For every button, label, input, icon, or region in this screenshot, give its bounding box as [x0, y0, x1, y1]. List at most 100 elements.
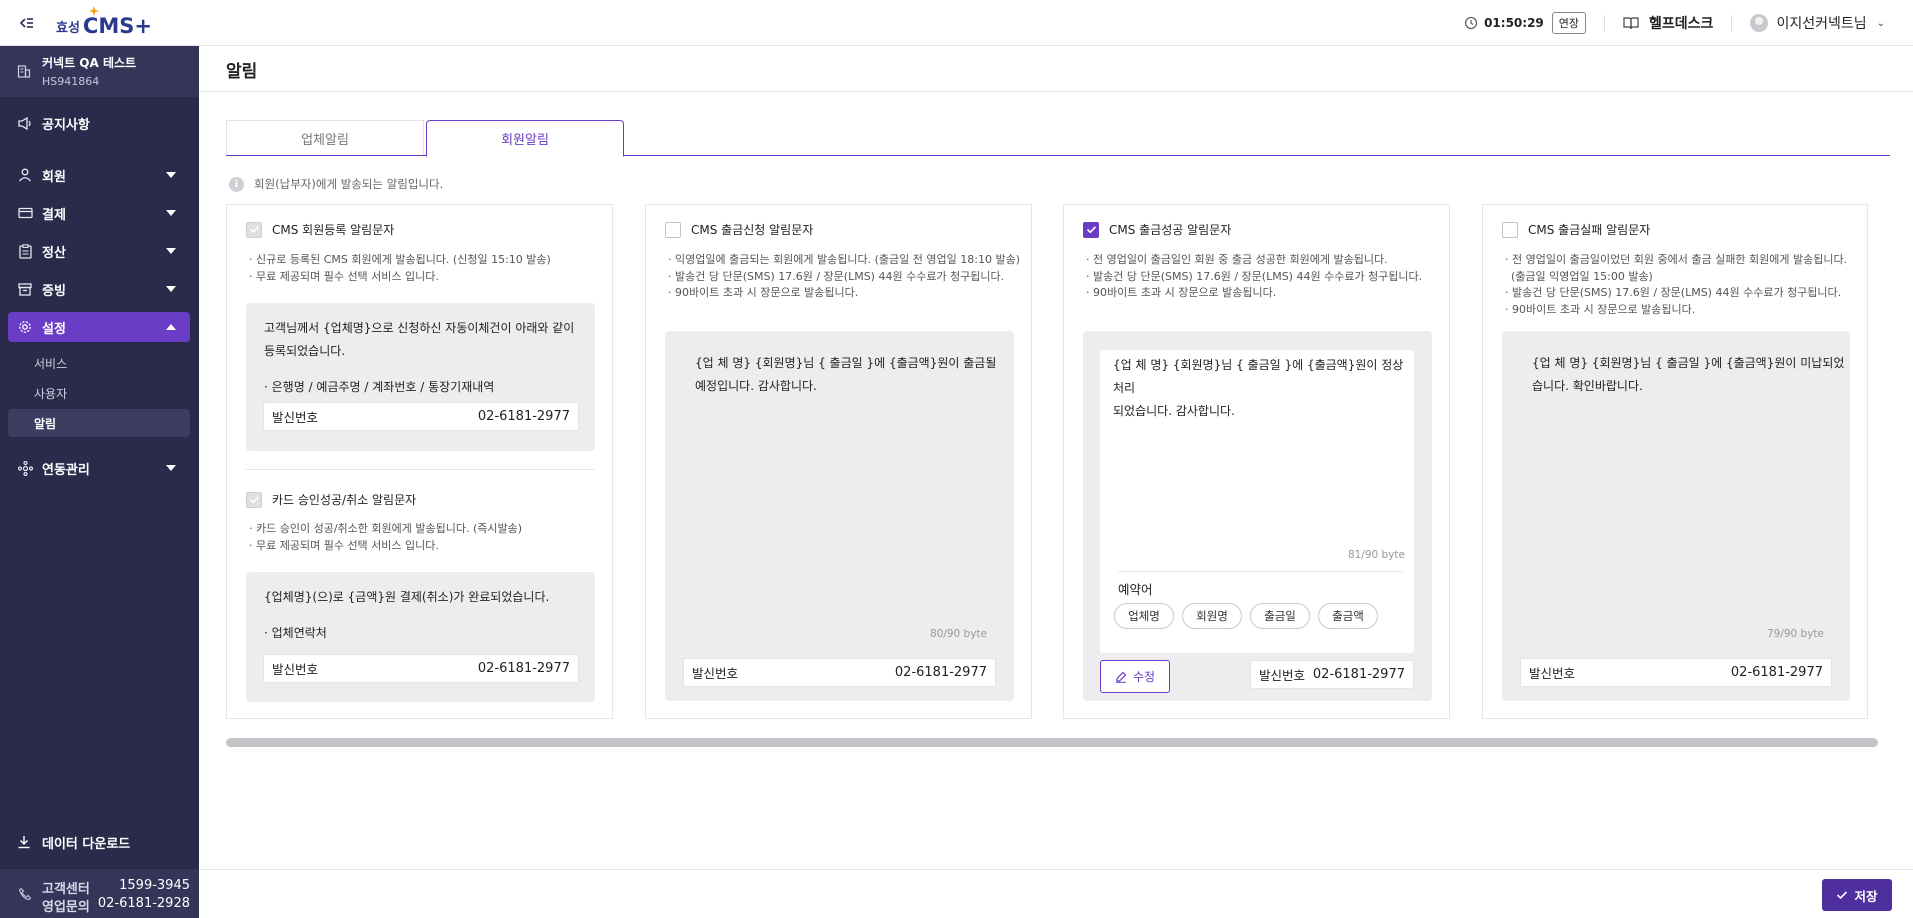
caret-down-icon	[166, 172, 176, 178]
sender-number: 02-6181-2977	[1312, 667, 1405, 682]
message-preview: {업 체 명} {회원명}님 { 출금일 }에 {출금액}원이 출금될 예정입니…	[665, 331, 1014, 701]
download-icon	[17, 835, 33, 851]
reserved-words-title: 예약어	[1118, 582, 1153, 597]
phone-icon	[18, 887, 32, 901]
sidebar-subitem-service[interactable]: 서비스	[8, 349, 190, 377]
sender-number-field: 발신번호 02-6181-2977	[1520, 658, 1832, 687]
message-line: 습니다. 확인바랍니다.	[1532, 379, 1643, 393]
helpdesk-link[interactable]: 헬프데스크	[1649, 13, 1713, 33]
description-line: (출금일 익영업일 15:00 발송)	[1511, 269, 1653, 283]
divider	[1604, 15, 1606, 31]
message-text: {업 체 명} {회원명}님 { 출금일 }에 {출금액}원이 미납되었 습니다…	[1532, 352, 1844, 398]
info-notice: i 회원(납부자)에게 발송되는 알림입니다.	[229, 176, 443, 192]
logo[interactable]: 효성 CMS+	[56, 6, 152, 38]
tab-bar: 업체알림 회원알림	[226, 120, 1890, 157]
collapse-sidebar-icon[interactable]	[18, 14, 36, 32]
byte-counter: 80/90 byte	[929, 628, 987, 640]
divider	[1731, 15, 1733, 31]
byte-counter: 79/90 byte	[1766, 628, 1824, 640]
sender-number: 02-6181-2977	[894, 665, 987, 680]
option-label: CMS 회원등록 알림문자	[272, 223, 395, 237]
option-description: · 카드 승인이 성공/취소한 회원에게 발송됩니다. (즉시발송) · 무료 …	[249, 521, 522, 554]
divider	[199, 869, 1913, 870]
divider	[199, 91, 1913, 92]
edit-button[interactable]: 수정	[1100, 660, 1170, 693]
data-download-link[interactable]: 데이터 다운로드	[17, 833, 130, 852]
reserved-word-chip[interactable]: 출금액	[1318, 603, 1378, 629]
sidebar-subitem-notifications[interactable]: 알림	[8, 409, 190, 437]
option-description: · 전 영업일이 출금일인 회원 중 출금 성공한 회원에게 발송됩니다. · …	[1086, 252, 1422, 302]
sidebar-item-label: 증빙	[42, 283, 66, 299]
sender-number-field: 발신번호 02-6181-2977	[683, 658, 996, 687]
avatar[interactable]	[1750, 14, 1769, 32]
sidebar-item-members[interactable]: 회원	[8, 160, 190, 190]
message-line: 되었습니다. 감사합니다.	[1113, 404, 1235, 418]
message-line: · 은행명 / 예금주명 / 계좌번호 / 통장기재내역	[264, 380, 495, 394]
logo-product-text: CMS+	[82, 14, 152, 38]
checkbox-checked-icon[interactable]	[1083, 221, 1099, 238]
option-withdrawal-request[interactable]: CMS 출금신청 알림문자	[665, 221, 813, 238]
description-line: · 무료 제공되며 필수 선택 서비스 입니다.	[249, 269, 439, 283]
top-right-area: 01:50:29 연장 헬프데스크 이지선커넥트님 ⌄	[1464, 0, 1913, 46]
description-line: · 신규로 등록된 CMS 회원에게 발송됩니다. (신청일 15:10 발송)	[249, 253, 551, 266]
sidebar-item-label: 회원	[42, 169, 66, 185]
sender-label: 발신번호	[272, 662, 319, 677]
support-center-phone: 1599-3945	[119, 878, 190, 893]
info-icon: i	[229, 176, 244, 192]
sidebar-item-settlement[interactable]: 정산	[8, 236, 190, 266]
reserved-word-chip[interactable]: 출금일	[1250, 603, 1310, 629]
card-withdrawal-failure: CMS 출금실패 알림문자 · 전 영업일이 출금일이었던 회원 중에서 출금 …	[1482, 204, 1868, 719]
card-withdrawal-request: CMS 출금신청 알림문자 · 익영업일에 출금되는 회원에게 발송됩니다. (…	[645, 204, 1032, 719]
caret-down-icon	[166, 465, 176, 471]
pencil-icon	[1115, 671, 1127, 683]
card-icon	[17, 205, 33, 221]
message-text[interactable]: {업 체 명} {회원명}님 { 출금일 }에 {출금액}원이 정상처리 되었습…	[1113, 354, 1414, 423]
checkbox-icon[interactable]	[665, 221, 681, 238]
message-text: {업체명}(으)로 {금액}원 결제(취소)가 완료되었습니다. · 업체연락처	[264, 586, 549, 645]
clock-icon	[1464, 16, 1478, 30]
support-info: 고객센터 1599-3945 영업문의 02-6181-2928	[0, 869, 199, 918]
option-withdrawal-failure[interactable]: CMS 출금실패 알림문자	[1502, 221, 1650, 238]
divider	[246, 469, 595, 470]
user-name[interactable]: 이지선커넥트님	[1776, 13, 1866, 33]
top-bar: 효성 CMS+ 01:50:29 연장 헬프데스크 이지선커넥트님 ⌄	[0, 0, 1913, 46]
sidebar-item-notice[interactable]: 공지사항	[8, 108, 190, 138]
sidebar-subitem-users[interactable]: 사용자	[8, 379, 190, 407]
byte-counter: 81/90 byte	[1347, 549, 1405, 561]
description-line: · 익영업일에 출금되는 회원에게 발송됩니다. (출금일 전 영업일 18:1…	[668, 253, 1020, 266]
description-line: · 90바이트 초과 시 장문으로 발송됩니다.	[1086, 286, 1277, 299]
sender-label: 발신번호	[1259, 668, 1306, 683]
sidebar-item-settings[interactable]: 설정	[8, 312, 190, 342]
description-line: · 전 영업일이 출금일이었던 회원 중에서 출금 실패한 회원에게 발송됩니다…	[1505, 253, 1848, 266]
tab-company-notifications[interactable]: 업체알림	[226, 120, 424, 156]
checkbox-icon[interactable]	[1502, 221, 1518, 238]
sidebar-item-label: 설정	[42, 321, 66, 337]
download-label: 데이터 다운로드	[42, 837, 131, 852]
option-description: · 익영업일에 출금되는 회원에게 발송됩니다. (출금일 전 영업일 18:1…	[668, 252, 1020, 302]
sidebar-item-evidence[interactable]: 증빙	[8, 274, 190, 304]
support-sales-phone: 02-6181-2928	[97, 896, 190, 911]
reserved-word-chip[interactable]: 업체명	[1114, 603, 1174, 629]
notice-text: 회원(납부자)에게 발송되는 알림입니다.	[254, 177, 444, 191]
option-card-approval: 카드 승인성공/취소 알림문자	[246, 491, 416, 508]
divider	[1118, 571, 1403, 572]
option-label: CMS 출금성공 알림문자	[1109, 223, 1232, 237]
horizontal-scrollbar[interactable]	[226, 738, 1878, 747]
chevron-down-icon[interactable]: ⌄	[1877, 18, 1885, 29]
sender-label: 발신번호	[692, 666, 739, 681]
tab-member-notifications[interactable]: 회원알림	[426, 120, 624, 157]
message-editor[interactable]: {업 체 명} {회원명}님 { 출금일 }에 {출금액}원이 정상처리 되었습…	[1100, 350, 1414, 653]
message-line: {업 체 명} {회원명}님 { 출금일 }에 {출금액}원이 출금될	[695, 356, 997, 370]
caret-down-icon	[166, 286, 176, 292]
reserved-word-chip[interactable]: 회원명	[1182, 603, 1242, 629]
sidebar-item-payment[interactable]: 결제	[8, 198, 190, 228]
extend-session-button[interactable]: 연장	[1551, 12, 1587, 34]
sender-label: 발신번호	[1529, 666, 1576, 681]
option-withdrawal-success[interactable]: CMS 출금성공 알림문자	[1083, 221, 1231, 238]
message-preview: 고객님께서 {업체명}으로 신청하신 자동이체건이 아래와 같이 등록되었습니다…	[246, 303, 595, 451]
option-label: 카드 승인성공/취소 알림문자	[272, 493, 417, 507]
save-button[interactable]: 저장	[1822, 879, 1892, 911]
sender-number-field: 발신번호 02-6181-2977	[263, 402, 579, 431]
sender-number: 02-6181-2977	[477, 409, 570, 424]
sidebar-item-integration[interactable]: 연동관리	[8, 453, 190, 483]
